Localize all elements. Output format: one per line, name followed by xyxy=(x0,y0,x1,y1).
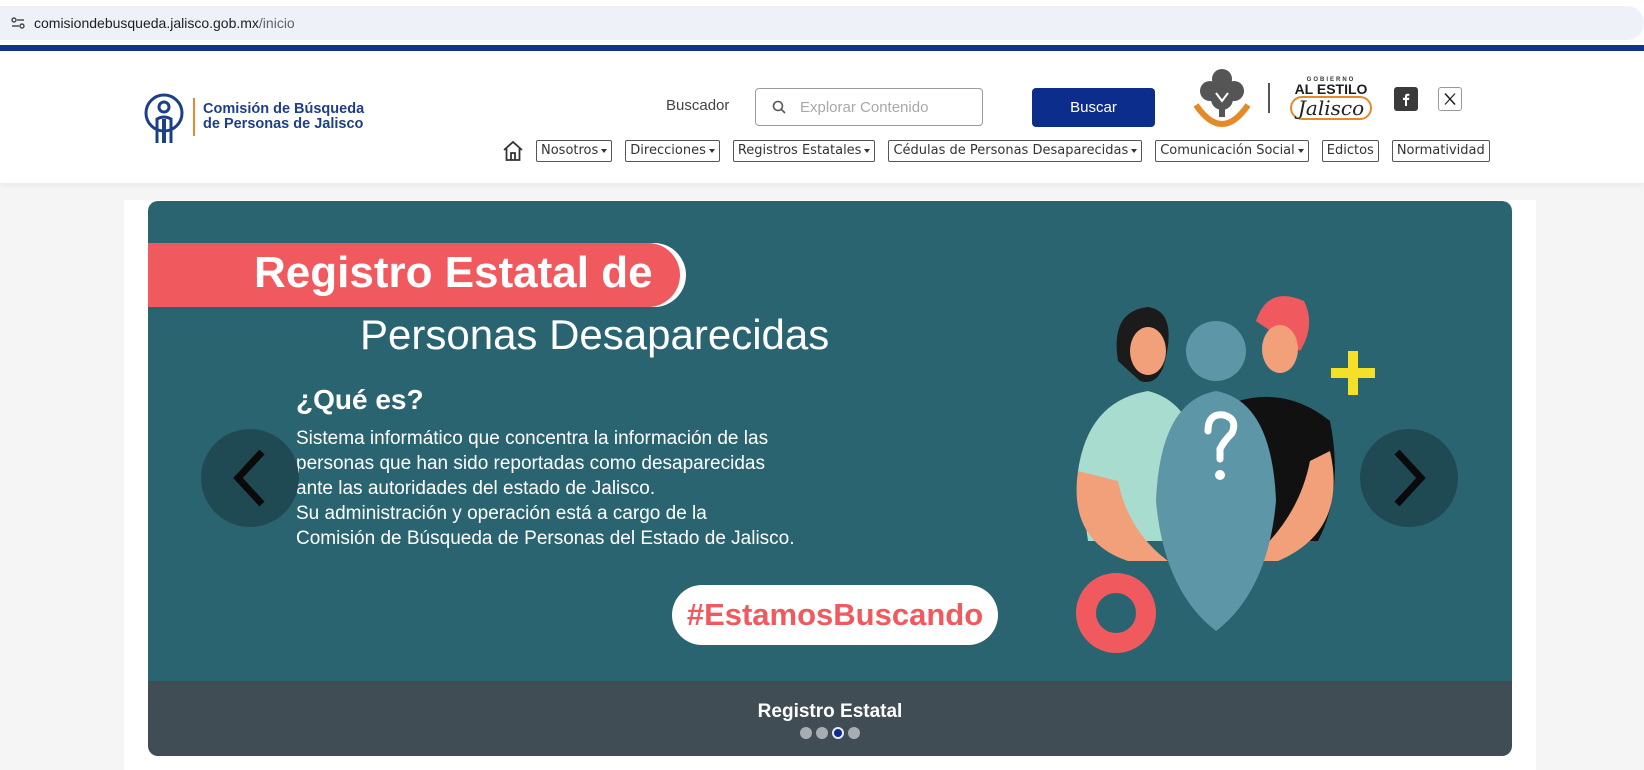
search-input[interactable] xyxy=(800,98,970,116)
chevron-right-icon xyxy=(1394,449,1426,507)
search-label: Buscador xyxy=(666,97,730,114)
nav-label: Comunicación Social xyxy=(1160,143,1295,158)
search-icon xyxy=(772,100,786,114)
site-logo[interactable]: Comisión de Búsqueda de Personas de Jali… xyxy=(143,89,364,145)
carousel-slide[interactable]: Registro Estatal de Personas Desaparecid… xyxy=(148,201,1512,681)
gov-logo-divider xyxy=(1268,83,1270,113)
nav-label: Registros Estatales xyxy=(737,143,862,158)
caret-down-icon xyxy=(1131,149,1138,153)
search-button[interactable]: Buscar xyxy=(1032,88,1155,127)
gobierno-jalisco-logo[interactable]: GOBIERNO AL ESTILO Jalisco xyxy=(1190,65,1378,131)
description-line: Comisión de Búsqueda de Personas del Est… xyxy=(296,528,795,549)
banner-subtitle: Personas Desaparecidas xyxy=(360,311,830,358)
carousel-indicator[interactable] xyxy=(848,727,860,739)
logo-line-2: de Personas de Jalisco xyxy=(203,116,364,132)
url-path: /inicio xyxy=(258,15,295,31)
logo-text: Comisión de Búsqueda de Personas de Jali… xyxy=(203,102,364,132)
site-header: Comisión de Búsqueda de Personas de Jali… xyxy=(0,51,1644,183)
url-host: comisiondebusqueda.jalisco.gob.mx xyxy=(34,15,259,31)
chevron-left-icon xyxy=(233,449,265,507)
nav-label: Edictos xyxy=(1326,143,1374,158)
carousel-indicator-active[interactable] xyxy=(832,727,844,739)
carousel-caption: Registro Estatal xyxy=(148,681,1512,756)
description-line: ante las autoridades del estado de Jalis… xyxy=(296,478,656,499)
caption-title: Registro Estatal xyxy=(757,701,903,722)
nav-cedulas[interactable]: Cédulas de Personas Desaparecidas xyxy=(888,140,1143,162)
speed-lines-decoration xyxy=(154,251,254,299)
description-line: Sistema informático que concentra la inf… xyxy=(296,428,769,449)
logo-divider xyxy=(193,98,195,136)
facebook-icon xyxy=(1403,93,1410,106)
carousel-indicator[interactable] xyxy=(816,727,828,739)
nav-label: Normatividad xyxy=(1396,143,1485,158)
caret-down-icon xyxy=(601,149,608,153)
omnibox[interactable]: comisiondebusqueda.jalisco.gob.mx/inicio xyxy=(0,6,1644,40)
facebook-link[interactable] xyxy=(1394,87,1418,111)
url-text[interactable]: comisiondebusqueda.jalisco.gob.mx/inicio xyxy=(34,15,295,31)
gov-jalisco-text: Jalisco xyxy=(1289,95,1373,120)
nav-comunicacion-social[interactable]: Comunicación Social xyxy=(1155,140,1309,162)
missing-person-illustration xyxy=(1076,296,1375,653)
gov-logo-text: GOBIERNO AL ESTILO Jalisco xyxy=(1284,77,1378,120)
nav-label: Direcciones xyxy=(630,143,706,158)
x-twitter-link[interactable] xyxy=(1438,87,1462,111)
caret-down-icon xyxy=(864,149,871,153)
jalisco-tree-emblem-icon xyxy=(1193,69,1251,127)
browser-address-bar: comisiondebusqueda.jalisco.gob.mx/inicio xyxy=(0,0,1644,45)
person-logo-icon xyxy=(144,93,184,143)
x-logo-icon xyxy=(1444,92,1456,106)
carousel-indicators xyxy=(148,727,1512,739)
question-heading: ¿Qué es? xyxy=(296,384,424,415)
nav-label: Nosotros xyxy=(541,143,599,158)
carousel-prev-button[interactable] xyxy=(201,429,299,527)
banner-title: Registro Estatal de xyxy=(254,248,653,297)
description-line: personas que han sido reportadas como de… xyxy=(296,453,765,474)
description-text: Sistema informático que concentra la inf… xyxy=(296,426,836,551)
carousel-indicator[interactable] xyxy=(800,727,812,739)
home-icon[interactable] xyxy=(502,140,524,162)
caret-down-icon xyxy=(708,149,715,153)
nav-edictos[interactable]: Edictos xyxy=(1321,140,1379,162)
carousel-next-button[interactable] xyxy=(1360,429,1458,527)
nav-nosotros[interactable]: Nosotros xyxy=(536,140,613,162)
logo-line-1: Comisión de Búsqueda xyxy=(203,101,365,117)
search-field[interactable] xyxy=(755,88,983,126)
nav-registros-estatales[interactable]: Registros Estatales xyxy=(732,140,876,162)
site-info-icon[interactable] xyxy=(4,9,32,37)
description-line: Su administración y operación está a car… xyxy=(296,503,707,524)
main-navigation: Nosotros Direcciones Registros Estatales… xyxy=(502,139,1503,163)
gov-big-text: AL ESTILO xyxy=(1294,80,1368,97)
nav-normatividad[interactable]: Normatividad xyxy=(1391,140,1490,162)
caret-down-icon xyxy=(1297,149,1304,153)
hashtag-badge: #EstamosBuscando xyxy=(672,585,998,645)
nav-label: Cédulas de Personas Desaparecidas xyxy=(893,143,1129,158)
nav-direcciones[interactable]: Direcciones xyxy=(625,140,720,162)
